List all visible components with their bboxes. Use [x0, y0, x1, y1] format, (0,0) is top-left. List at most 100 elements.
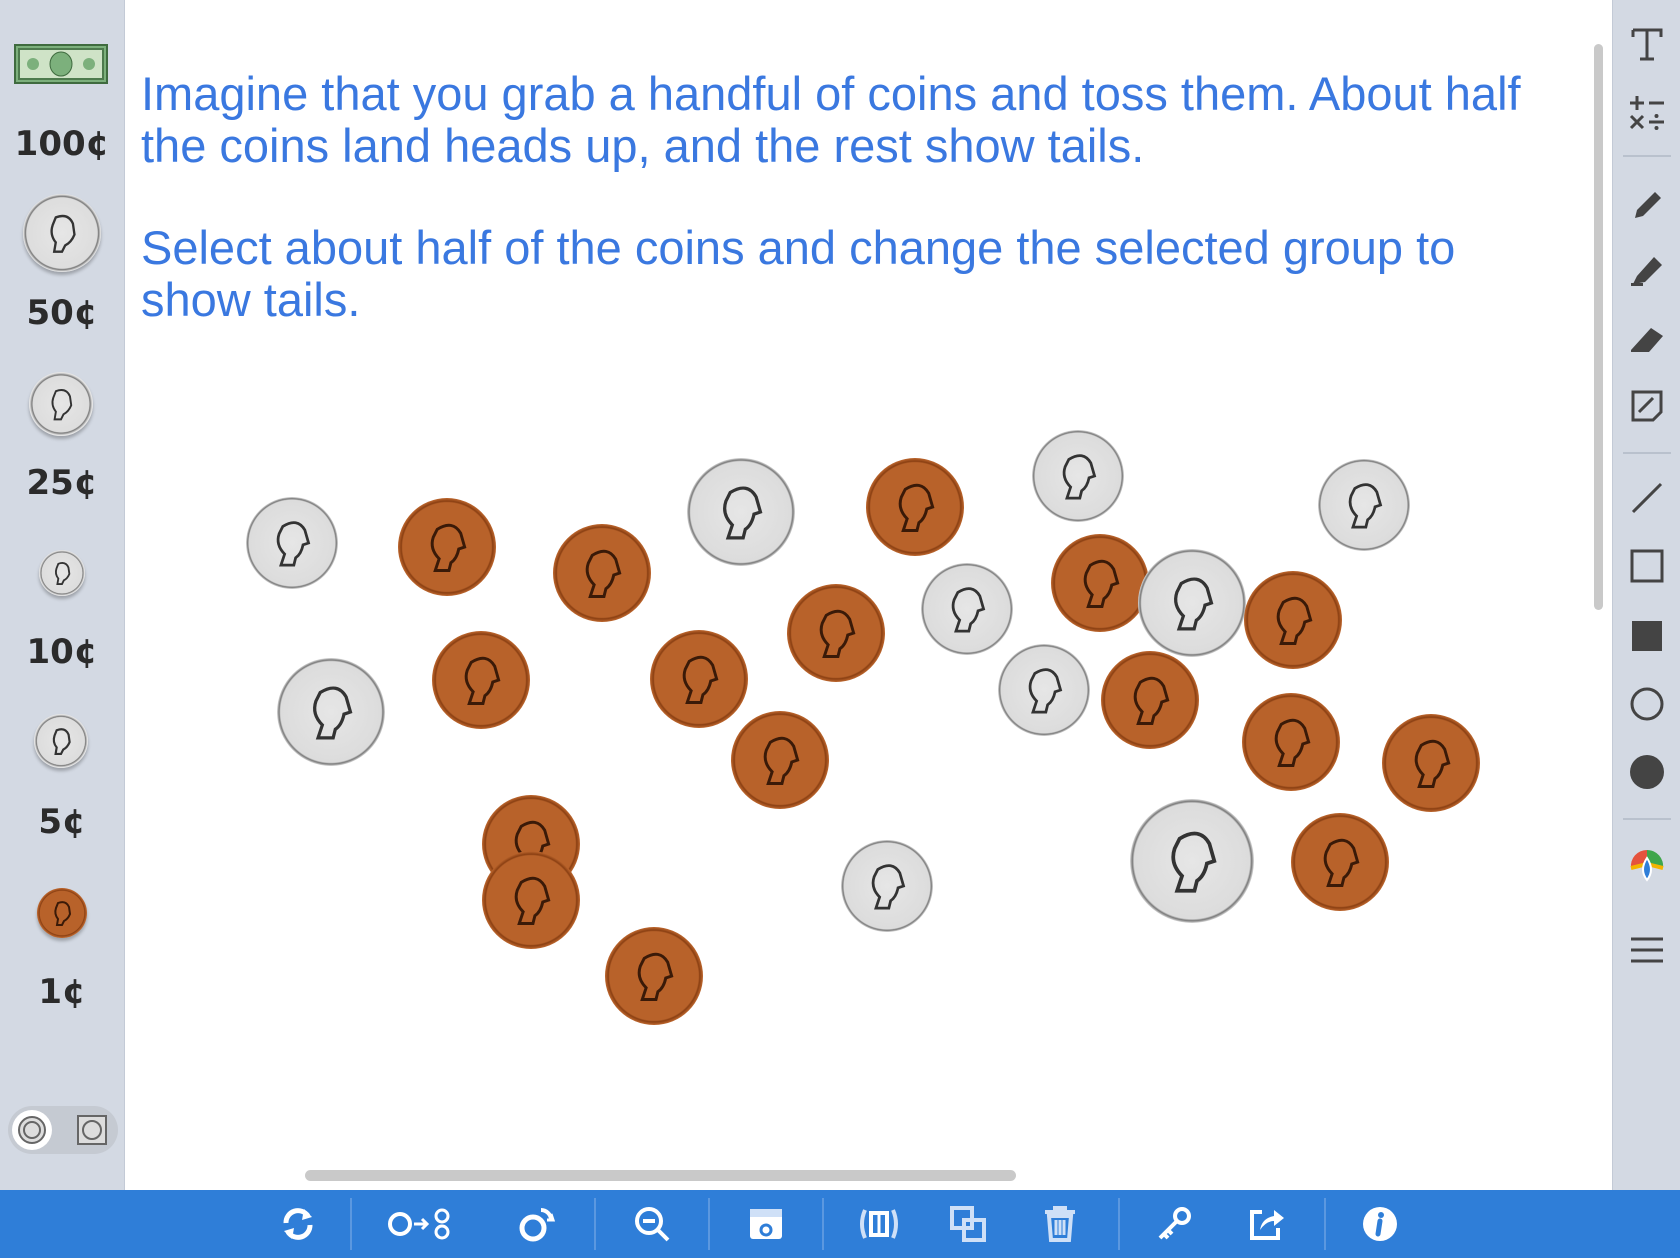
key-icon — [1158, 1207, 1191, 1240]
pen-icon — [1635, 192, 1661, 218]
zoom-out-icon — [635, 1207, 670, 1242]
toolbar-divider — [594, 1198, 596, 1250]
dime-coin[interactable] — [921, 563, 1013, 655]
toolbar-divider — [1118, 1198, 1120, 1250]
penny-portrait-icon — [763, 736, 800, 785]
palette-item-quarter[interactable] — [29, 372, 93, 436]
dime-coin[interactable] — [246, 497, 338, 589]
share-button[interactable] — [1242, 1190, 1290, 1258]
rectangle-outline-tool[interactable] — [1613, 538, 1680, 594]
square-filled-icon — [1632, 621, 1662, 651]
penny-coin[interactable] — [866, 458, 964, 556]
group-button[interactable] — [852, 1190, 906, 1258]
highlighter-icon — [1631, 257, 1662, 286]
dime-coin[interactable] — [998, 644, 1090, 736]
dime-portrait-icon — [871, 864, 906, 910]
delete-button[interactable] — [1036, 1190, 1084, 1258]
dime-portrait-icon — [1062, 454, 1097, 500]
coin-heads-icon — [18, 1116, 46, 1144]
palette-label-100: 100¢ — [14, 124, 110, 164]
penny-portrait-icon — [1276, 596, 1313, 645]
penny-coin[interactable] — [787, 584, 885, 682]
nickel-coin[interactable] — [277, 658, 385, 766]
palette-item-dollar-bill[interactable] — [14, 44, 108, 84]
dollar-bill-icon — [18, 48, 104, 80]
toolbar-divider — [708, 1198, 710, 1250]
toolbar-divider — [1324, 1198, 1326, 1250]
quarter-coin[interactable] — [1130, 799, 1254, 923]
dime-coin[interactable] — [1032, 430, 1124, 522]
penny-coin[interactable] — [731, 711, 829, 809]
pen-tool[interactable] — [1613, 176, 1680, 232]
math-tool[interactable] — [1613, 84, 1680, 140]
penny-coin[interactable] — [398, 498, 496, 596]
nickel-coin[interactable] — [687, 458, 795, 566]
group-icon — [860, 1209, 898, 1239]
vertical-scrollbar[interactable] — [1594, 44, 1603, 610]
flip-button[interactable] — [512, 1190, 560, 1258]
palette-item-penny[interactable] — [37, 888, 87, 938]
nickel-portrait-icon — [313, 686, 353, 740]
circle-outline-tool[interactable] — [1613, 676, 1680, 732]
plus-minus-icon — [1629, 96, 1664, 130]
coin-tails-icon — [77, 1115, 107, 1145]
dime-coin[interactable] — [1318, 459, 1410, 551]
sticky-note-tool[interactable] — [1613, 378, 1680, 434]
info-icon — [1363, 1207, 1397, 1241]
refresh-icon — [283, 1208, 313, 1240]
penny-coin[interactable] — [1382, 714, 1480, 812]
penny-coin[interactable] — [1291, 813, 1389, 911]
dime-coin[interactable] — [841, 840, 933, 932]
heads-tails-toggle[interactable] — [8, 1106, 118, 1154]
penny-coin[interactable] — [1051, 534, 1149, 632]
nickel-coin[interactable] — [1138, 549, 1246, 657]
workspace-canvas[interactable]: Imagine that you grab a handful of coins… — [125, 0, 1586, 1190]
penny-portrait-icon — [585, 549, 622, 598]
half-dollar-profile-icon — [50, 214, 76, 253]
eraser-tool[interactable] — [1613, 310, 1680, 366]
bank-icon — [750, 1209, 782, 1239]
penny-portrait-icon — [1323, 838, 1360, 887]
text-tool[interactable] — [1613, 16, 1680, 72]
zoom-out-button[interactable] — [628, 1190, 676, 1258]
horizontal-scrollbar[interactable] — [305, 1170, 1016, 1181]
nickel-portrait-icon — [723, 486, 763, 540]
palette-label-5: 5¢ — [38, 802, 86, 842]
palette-label-1: 1¢ — [38, 972, 86, 1012]
exchange-button[interactable] — [386, 1190, 462, 1258]
penny-coin[interactable] — [1242, 693, 1340, 791]
toolbar-divider — [1623, 155, 1671, 157]
penny-portrait-icon — [1414, 739, 1451, 788]
penny-coin[interactable] — [1101, 651, 1199, 749]
penny-coin[interactable] — [482, 851, 580, 949]
quarter-profile-icon — [51, 389, 73, 421]
reset-button[interactable] — [270, 1190, 326, 1258]
info-button[interactable] — [1356, 1190, 1404, 1258]
color-drop-icon — [1630, 849, 1664, 882]
color-picker-tool[interactable] — [1613, 836, 1680, 892]
circle-filled-tool[interactable] — [1613, 744, 1680, 800]
penny-portrait-icon — [514, 876, 551, 925]
rectangle-filled-tool[interactable] — [1613, 608, 1680, 664]
penny-coin[interactable] — [605, 927, 703, 1025]
dime-profile-icon — [54, 562, 71, 585]
duplicate-button[interactable] — [944, 1190, 992, 1258]
penny-coin[interactable] — [432, 631, 530, 729]
key-button[interactable] — [1150, 1190, 1198, 1258]
piggy-bank-button[interactable] — [742, 1190, 790, 1258]
line-icon — [1631, 482, 1663, 514]
penny-portrait-icon — [819, 609, 856, 658]
toolbar-divider — [1623, 818, 1671, 820]
palette-item-nickel[interactable] — [34, 714, 88, 768]
penny-coin[interactable] — [1244, 571, 1342, 669]
penny-portrait-icon — [898, 483, 935, 532]
coin-palette: 100¢ 50¢ 25¢ 10¢ 5¢ 1¢ — [0, 0, 125, 1190]
share-icon — [1250, 1210, 1284, 1240]
palette-item-dime[interactable] — [39, 550, 85, 596]
palette-item-half-dollar[interactable] — [23, 194, 101, 272]
highlighter-tool[interactable] — [1613, 240, 1680, 296]
toolbar-divider — [1623, 452, 1671, 454]
line-tool[interactable] — [1613, 470, 1680, 526]
menu-tool[interactable] — [1613, 922, 1680, 978]
penny-coin[interactable] — [553, 524, 651, 622]
